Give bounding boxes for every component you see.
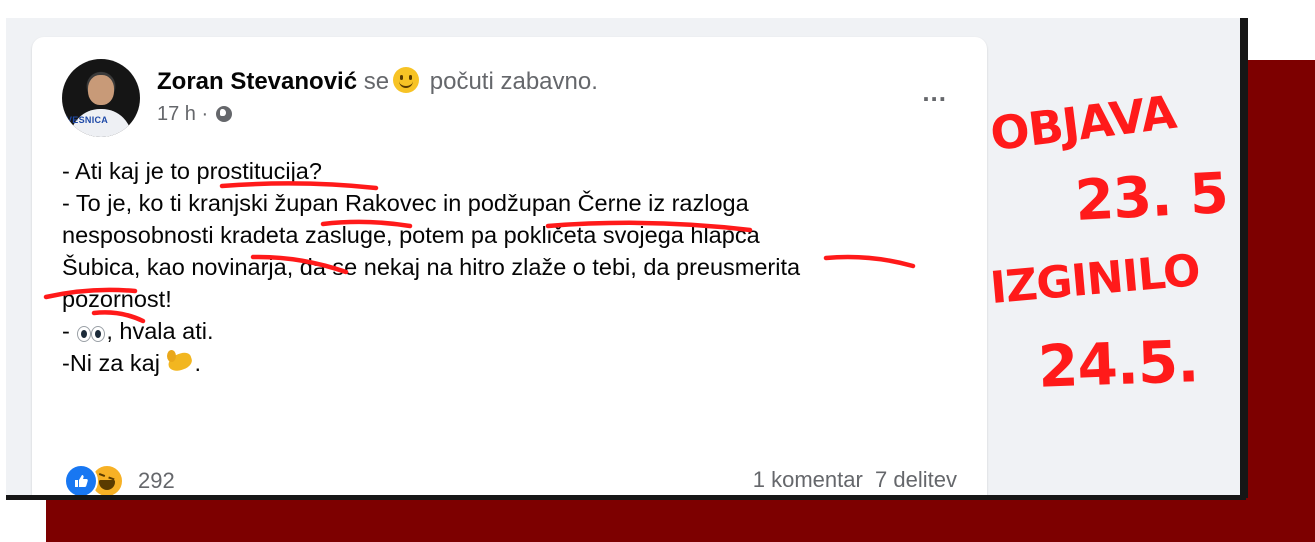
globe-icon[interactable]: [215, 106, 232, 122]
eyes-emoji-icon: [76, 324, 106, 342]
post-timestamp[interactable]: 17 h: [157, 103, 196, 125]
post-line: - To je, ko ti kranjski župan Rakovec in…: [62, 187, 972, 219]
avatar-shirt-text: VESNICA: [66, 115, 109, 125]
post-line: Šubica, kao novinarja, da se nekaj na hi…: [62, 251, 972, 283]
post-line: -Ni za kaj .: [62, 350, 201, 376]
annotation-date-removed: 24.5.: [1036, 327, 1200, 401]
red-frame-right: [1246, 60, 1315, 542]
post-line: - Ati kaj je to prostitucija?: [62, 155, 972, 187]
avatar[interactable]: VESNICA: [62, 59, 140, 137]
reactions-summary[interactable]: 292: [64, 464, 175, 495]
text-segment: ?: [308, 158, 322, 184]
text-segment: , hvala ati.: [106, 318, 214, 344]
more-options-button[interactable]: ...: [922, 77, 947, 108]
screenshot-edge-bottom: [6, 495, 1246, 500]
text-segment: pozornost!: [62, 286, 172, 312]
activity-text: počuti zabavno.: [429, 68, 598, 95]
text-segment: -Ni za kaj: [62, 350, 167, 376]
avatar-face: [88, 75, 114, 105]
post-line: pozornost!: [62, 283, 972, 315]
like-icon: [64, 464, 98, 495]
muscle-emoji-icon: [166, 350, 194, 374]
text-segment: - To je, ko ti kranjski: [62, 190, 275, 216]
thumbs-up-icon: [75, 475, 88, 487]
text-segment: -: [62, 318, 77, 344]
post-header: Zoran Stevanović se počuti zabavno.: [157, 67, 598, 96]
text-segment: župan: [274, 190, 339, 216]
post-meta: 17 h ·: [157, 103, 232, 126]
smile-emoji-icon: [393, 67, 420, 93]
engagement-stats: 1 komentar 7 delitev: [753, 467, 957, 493]
post-body: - Ati kaj je to prostitucija? - To je, k…: [62, 155, 972, 379]
shares-link[interactable]: 7 delitev: [875, 467, 957, 492]
text-segment: nesposobnosti: [62, 222, 221, 248]
text-segment: , kao novinarja, da se nekaj na hitro zl…: [133, 254, 801, 280]
comments-link[interactable]: 1 komentar: [753, 467, 863, 492]
activity-prefix: se: [363, 68, 390, 95]
red-frame-bottom: [46, 500, 1315, 542]
meta-separator: ·: [201, 103, 209, 125]
author-name[interactable]: Zoran Stevanović: [157, 68, 357, 95]
screenshot-edge-right: [1240, 18, 1248, 498]
text-segment: zasluge, potem pa pokličeta svojega: [298, 222, 691, 248]
text-segment: prostitucija: [190, 158, 309, 184]
text-segment: Rakovec in: [338, 190, 468, 216]
post-line: - , hvala ati.: [62, 315, 972, 347]
text-segment: kradeta: [220, 222, 299, 248]
reaction-count[interactable]: 292: [138, 468, 175, 494]
text-segment: hlapca: [690, 222, 760, 248]
post-line: nesposobnosti kradeta zasluge, potem pa …: [62, 219, 972, 251]
text-segment: Šubica: [62, 254, 134, 280]
text-segment: podžupan: [467, 190, 572, 216]
text-segment: Černe iz razloga: [571, 190, 749, 216]
post-card: VESNICA Zoran Stevanović se počuti zabav…: [32, 37, 987, 495]
annotation-date-posted: 23. 5: [1073, 161, 1230, 234]
text-segment: - Ati kaj je to: [62, 158, 190, 184]
